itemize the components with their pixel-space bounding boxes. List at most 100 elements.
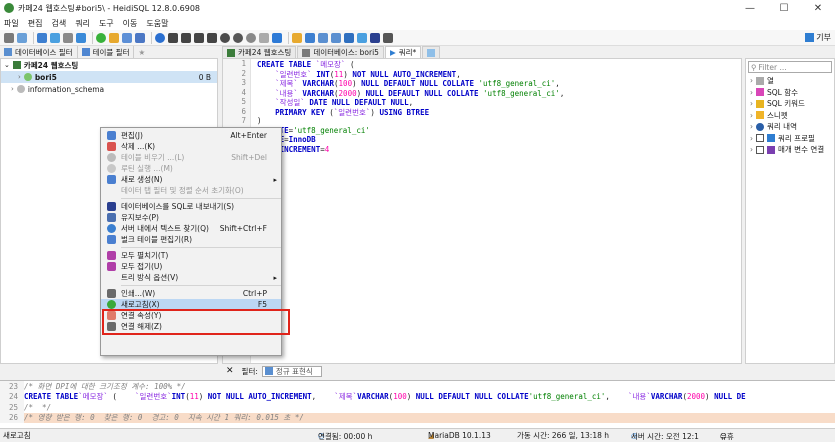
apply-icon[interactable] bbox=[246, 32, 256, 43]
tab-database[interactable]: 데이터베이스: bori5 bbox=[297, 46, 384, 58]
cancel-icon[interactable] bbox=[259, 32, 269, 43]
menu-item-export-sql[interactable]: 데이터베이스를 SQL로 내보내기(S) bbox=[101, 201, 281, 212]
minimize-button[interactable]: — bbox=[733, 3, 767, 14]
menu-item-find-text[interactable]: 서버 내에서 텍스트 찾기(Q) Shift+Ctrl+F bbox=[101, 223, 281, 234]
chevron-right-icon[interactable]: › bbox=[18, 73, 21, 81]
helper-item-profile[interactable]: › 쿼리 프로필 bbox=[746, 133, 834, 145]
save-icon[interactable] bbox=[305, 32, 315, 43]
menu-item-reset-filter[interactable]: 데이터 탭 필터 및 정렬 순서 초기화(O) bbox=[101, 185, 281, 196]
export-icon[interactable] bbox=[135, 32, 145, 43]
menu-item-print[interactable]: 인쇄...(W) Ctrl+P bbox=[101, 288, 281, 299]
open-folder-icon[interactable] bbox=[292, 32, 302, 43]
add-icon[interactable] bbox=[220, 32, 230, 43]
close-tab-icon[interactable] bbox=[383, 32, 393, 43]
print-icon[interactable] bbox=[63, 32, 73, 43]
menu-help[interactable]: 도움말 bbox=[146, 18, 168, 29]
menu-item-collapse-all[interactable]: 모두 접기(U) bbox=[101, 261, 281, 272]
helper-item-keywords[interactable]: › SQL 키워드 bbox=[746, 98, 834, 110]
database-filter-icon bbox=[4, 48, 12, 56]
next-icon[interactable] bbox=[194, 32, 204, 43]
maximize-button[interactable]: ☐ bbox=[767, 3, 801, 14]
chevron-down-icon[interactable]: ⌄ bbox=[4, 61, 10, 69]
chevron-right-icon[interactable]: › bbox=[750, 99, 753, 108]
connect-icon[interactable] bbox=[4, 32, 14, 43]
chevron-right-icon[interactable]: › bbox=[750, 134, 753, 143]
new-query-tab-button[interactable] bbox=[422, 46, 441, 58]
tree-db-node[interactable]: › information_schema bbox=[1, 83, 217, 95]
bookmark-icon[interactable] bbox=[357, 32, 367, 43]
import-icon[interactable] bbox=[122, 32, 132, 43]
menu-item-delete[interactable]: 삭제 ...(K) bbox=[101, 141, 281, 152]
menu-item-run-routine[interactable]: 루틴 실행 ...(M) bbox=[101, 163, 281, 174]
find-icon[interactable] bbox=[318, 32, 328, 43]
checkbox-icon[interactable] bbox=[756, 134, 764, 143]
help-icon[interactable] bbox=[155, 32, 165, 43]
tab-database-filter[interactable]: 데이터베이스 필터 bbox=[0, 46, 78, 58]
donate-button[interactable]: 기부 bbox=[805, 32, 831, 43]
replace-icon[interactable] bbox=[331, 32, 341, 43]
close-button[interactable]: ✕ bbox=[801, 3, 835, 14]
regex-icon bbox=[264, 367, 273, 375]
menu-go[interactable]: 이동 bbox=[123, 18, 138, 29]
chevron-right-icon[interactable]: › bbox=[750, 111, 753, 120]
chevron-right-icon[interactable]: › bbox=[11, 85, 14, 93]
prev-icon[interactable] bbox=[181, 32, 191, 43]
refresh-icon[interactable] bbox=[76, 32, 86, 43]
tab-query[interactable]: ▶ 쿼리* bbox=[384, 46, 422, 58]
search-icon: ⚲ bbox=[751, 62, 757, 72]
copy-icon[interactable] bbox=[37, 32, 47, 43]
menu-item-edit[interactable]: 편집(J) Alt+Enter bbox=[101, 130, 281, 141]
chevron-right-icon[interactable]: › bbox=[750, 88, 753, 97]
sql-editor[interactable]: 1 2 3 4 5 6 7 8 9 10 11 CREATE TABLE `메모… bbox=[222, 58, 742, 364]
run-routine-icon bbox=[107, 164, 116, 173]
tree-db-node-selected[interactable]: › bori5 0 B bbox=[1, 71, 217, 83]
paste-icon[interactable] bbox=[50, 32, 60, 43]
collapse-all-icon bbox=[107, 262, 116, 271]
first-icon[interactable] bbox=[168, 32, 178, 43]
menu-file[interactable]: 파일 bbox=[4, 18, 19, 29]
helper-item-snippets[interactable]: › 스니펫 bbox=[746, 110, 834, 122]
checkbox-icon[interactable] bbox=[756, 145, 764, 154]
remove-icon[interactable] bbox=[233, 32, 243, 43]
menu-edit[interactable]: 편집 bbox=[28, 18, 43, 29]
chevron-right-icon[interactable]: › bbox=[750, 145, 753, 154]
menu-item-label: 삭제 ...(K) bbox=[121, 142, 156, 151]
tab-host[interactable]: 카페24 웹호스팅 bbox=[222, 46, 297, 58]
run-icon[interactable] bbox=[96, 32, 106, 43]
execute-icon[interactable] bbox=[272, 32, 282, 43]
filter-input[interactable]: 정규 표현식 bbox=[261, 365, 322, 377]
log-line-number: 24 bbox=[0, 391, 24, 402]
menu-separator bbox=[121, 247, 281, 248]
pin-icon[interactable]: ★ bbox=[134, 46, 149, 58]
status-server-label: MariaDB 10.1.13 bbox=[428, 431, 491, 440]
create-new-icon bbox=[107, 175, 116, 184]
helper-search-input[interactable]: ⚲ Filter ... bbox=[748, 61, 832, 73]
menu-item-expand-all[interactable]: 모두 펼치기(T) bbox=[101, 250, 281, 261]
menu-query[interactable]: 쿼리 bbox=[75, 18, 90, 29]
edit-icon[interactable] bbox=[17, 32, 27, 43]
format-icon[interactable] bbox=[344, 32, 354, 43]
helper-item-functions[interactable]: › SQL 함수 bbox=[746, 87, 834, 99]
menu-item-shortcut: Shift+Del bbox=[231, 153, 267, 162]
tree-server-node[interactable]: ⌄ 카페24 웹호스팅 bbox=[1, 59, 217, 71]
users-icon[interactable] bbox=[109, 32, 119, 43]
helper-item-history[interactable]: › 쿼리 내역 bbox=[746, 121, 834, 133]
code-line: ENGINE=InnoDB bbox=[257, 135, 316, 144]
grid-icon[interactable] bbox=[370, 32, 380, 43]
sql-log-panel[interactable]: 23/* 화면 DPI에 대한 크기조정 계수: 100% */ 24 CREAT… bbox=[0, 380, 835, 428]
menu-item-empty-table[interactable]: 테이블 비우기 ...(L) Shift+Del bbox=[101, 152, 281, 163]
menu-item-maintenance[interactable]: 유지보수(P) bbox=[101, 212, 281, 223]
helper-item-columns[interactable]: › 열 bbox=[746, 75, 834, 87]
chevron-right-icon[interactable]: › bbox=[750, 122, 753, 131]
menu-item-label: 유지보수(P) bbox=[121, 213, 159, 222]
last-icon[interactable] bbox=[207, 32, 217, 43]
tab-table-filter[interactable]: 테이블 필터 bbox=[78, 46, 135, 58]
chevron-right-icon[interactable]: › bbox=[750, 76, 753, 85]
menu-search[interactable]: 검색 bbox=[51, 18, 66, 29]
menu-item-bulk-edit[interactable]: 벌크 테이블 편집기(R) bbox=[101, 234, 281, 245]
helper-item-bind-params[interactable]: › 매개 변수 연결 bbox=[746, 144, 834, 156]
menu-tools[interactable]: 도구 bbox=[99, 18, 114, 29]
menu-item-create-new[interactable]: 새로 생성(N) ▸ bbox=[101, 174, 281, 185]
menu-item-tree-options[interactable]: 트리 방식 옵션(V) ▸ bbox=[101, 272, 281, 283]
close-icon[interactable]: ✕ bbox=[226, 366, 234, 376]
